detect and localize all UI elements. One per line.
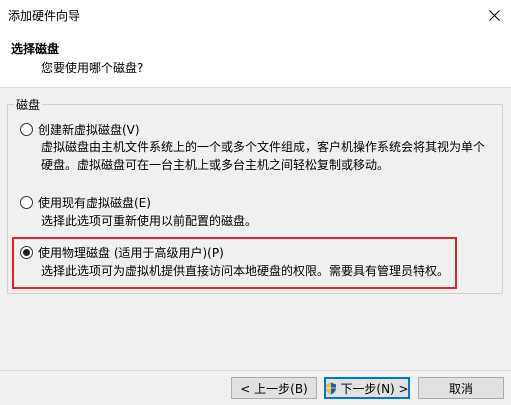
- desc-line: 虚拟磁盘由主机文件系统上的一个或多个文件组成，客户机操作系统会将其视为单个: [41, 140, 486, 154]
- option-use-existing-virtual-disk[interactable]: 使用现有虚拟磁盘(E): [20, 194, 151, 211]
- radio-use-existing[interactable]: [20, 196, 33, 209]
- option-create-new-virtual-disk[interactable]: 创建新虚拟磁盘(V): [20, 121, 140, 138]
- window-title: 添加硬件向导: [8, 9, 81, 23]
- option-label: 使用现有虚拟磁盘(E): [38, 196, 151, 210]
- title-bar: 添加硬件向导: [0, 0, 511, 30]
- desc-line: 硬盘。虚拟磁盘可在一台主机上或多台主机之间轻松复制或移动。: [41, 158, 390, 172]
- cancel-button[interactable]: 取消: [418, 377, 504, 399]
- desc-line: 选择此选项可重新使用以前配置的磁盘。: [41, 214, 258, 228]
- groupbox-label: 磁盘: [14, 96, 43, 113]
- add-hardware-wizard-window: 添加硬件向导 选择磁盘 您要使用哪个磁盘? 磁盘 创建新虚拟磁盘(V) 虚拟磁盘…: [0, 0, 511, 405]
- close-button[interactable]: [477, 0, 511, 30]
- uac-shield-icon: [325, 382, 337, 395]
- close-icon: [488, 9, 500, 21]
- wizard-header: 选择磁盘 您要使用哪个磁盘?: [0, 30, 511, 88]
- next-button-label: 下一步(N) >: [340, 381, 409, 396]
- next-button[interactable]: 下一步(N) >: [324, 377, 410, 399]
- back-button[interactable]: < 上一步(B): [231, 377, 317, 399]
- option-description: 选择此选项可重新使用以前配置的磁盘。: [41, 212, 257, 230]
- radio-create-new[interactable]: [20, 123, 33, 136]
- option-description: 虚拟磁盘由主机文件系统上的一个或多个文件组成，客户机操作系统会将其视为单个 硬盘…: [41, 138, 485, 174]
- option-label: 创建新虚拟磁盘(V): [38, 123, 140, 137]
- page-title: 选择磁盘: [11, 42, 60, 56]
- red-highlight-box: [12, 237, 457, 289]
- footer-separator: [0, 370, 511, 371]
- page-subtitle: 您要使用哪个磁盘?: [41, 61, 144, 75]
